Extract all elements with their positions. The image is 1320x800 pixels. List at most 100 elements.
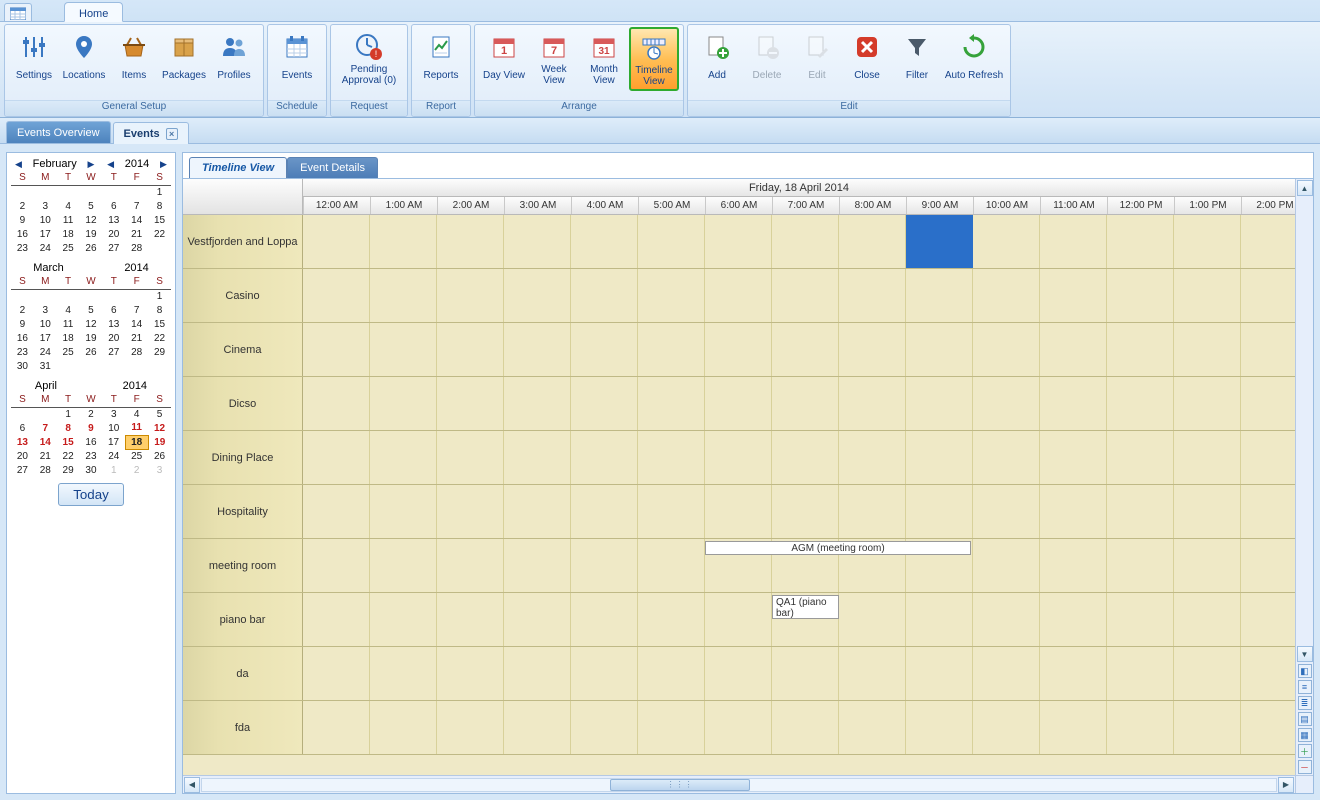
- timeline-row[interactable]: Hospitality: [183, 485, 1295, 539]
- calendar-day[interactable]: 1: [148, 289, 171, 303]
- calendar-day[interactable]: 6: [11, 421, 34, 435]
- calendar-day[interactable]: 22: [148, 227, 171, 241]
- calendar-day[interactable]: 26: [148, 449, 171, 463]
- calendar-day[interactable]: 6: [102, 303, 125, 317]
- calendar-day[interactable]: 7: [125, 303, 148, 317]
- calendar-day[interactable]: 25: [57, 241, 80, 255]
- calendar-day[interactable]: 28: [125, 241, 148, 255]
- timeline-row-grid[interactable]: [303, 701, 1295, 754]
- calendar-day[interactable]: 3: [34, 199, 57, 213]
- calendar-day[interactable]: 5: [148, 407, 171, 421]
- calendar-day[interactable]: 12: [148, 421, 171, 435]
- calendar-day[interactable]: 21: [34, 449, 57, 463]
- timeline-grid[interactable]: Friday, 18 April 2014 12:00 AM1:00 AM2:0…: [183, 179, 1295, 775]
- scroll-thumb[interactable]: ⋮⋮⋮: [610, 779, 750, 791]
- calendar-day[interactable]: 4: [125, 407, 148, 421]
- month-view-button[interactable]: 31Month View: [579, 27, 629, 89]
- calendar-day[interactable]: 26: [80, 345, 103, 359]
- calendar-day[interactable]: 15: [57, 435, 80, 449]
- timeline-row[interactable]: fda: [183, 701, 1295, 755]
- calendar-day[interactable]: 2: [125, 463, 148, 477]
- events-button[interactable]: Events: [272, 27, 322, 89]
- calendar-day[interactable]: 3: [148, 463, 171, 477]
- timeline-event[interactable]: AGM (meeting room): [705, 541, 971, 555]
- calendar-day[interactable]: 19: [80, 331, 103, 345]
- timeline-row[interactable]: piano barQA1 (piano bar): [183, 593, 1295, 647]
- calendar-day[interactable]: 8: [57, 421, 80, 435]
- calendar-day[interactable]: 22: [57, 449, 80, 463]
- mini-button[interactable]: ▤: [1298, 712, 1312, 726]
- timeline-view-button[interactable]: Timeline View: [629, 27, 679, 91]
- auto-refresh-button[interactable]: Auto Refresh: [942, 27, 1006, 89]
- ribbon-tab-home[interactable]: Home: [64, 2, 123, 22]
- doc-tab-close-icon[interactable]: ×: [166, 128, 178, 140]
- calendar-day[interactable]: 11: [125, 421, 148, 435]
- calendar-day[interactable]: 13: [11, 435, 34, 449]
- calendar-day[interactable]: 30: [80, 463, 103, 477]
- calendar-day[interactable]: 22: [148, 331, 171, 345]
- timeline-row-grid[interactable]: AGM (meeting room): [303, 539, 1295, 592]
- next-month-icon[interactable]: ▶: [85, 159, 96, 170]
- week-view-button[interactable]: 7Week View: [529, 27, 579, 89]
- calendar-day[interactable]: 20: [102, 331, 125, 345]
- next-year-icon[interactable]: ▶: [158, 159, 169, 170]
- calendar-day[interactable]: 5: [80, 303, 103, 317]
- calendar-day[interactable]: 27: [11, 463, 34, 477]
- calendar-day[interactable]: 17: [102, 435, 125, 449]
- day-view-button[interactable]: 1Day View: [479, 27, 529, 89]
- timeline-row[interactable]: meeting roomAGM (meeting room): [183, 539, 1295, 593]
- close-button[interactable]: Close: [842, 27, 892, 89]
- vertical-scrollbar[interactable]: ▲ ▼ ◧ ≡ ≣ ▤ ▦ ＋ －: [1295, 179, 1313, 775]
- calendar-day[interactable]: 20: [102, 227, 125, 241]
- timeline-row-grid[interactable]: [303, 647, 1295, 700]
- mini-button[interactable]: ≣: [1298, 696, 1312, 710]
- calendar-day[interactable]: 9: [11, 213, 34, 227]
- calendar-day[interactable]: 23: [11, 345, 34, 359]
- calendar-day[interactable]: 6: [102, 199, 125, 213]
- calendar-day[interactable]: 9: [80, 421, 103, 435]
- calendar-day[interactable]: 31: [34, 359, 57, 373]
- scroll-up-icon[interactable]: ▲: [1297, 180, 1313, 196]
- pending-approval-button[interactable]: !Pending Approval (0): [335, 27, 403, 89]
- calendar-day[interactable]: 21: [125, 227, 148, 241]
- calendar-day[interactable]: 9: [11, 317, 34, 331]
- calendar-day[interactable]: 24: [34, 345, 57, 359]
- calendar-day[interactable]: 7: [34, 421, 57, 435]
- doc-tab-events-overview[interactable]: Events Overview: [6, 121, 111, 143]
- calendar-day[interactable]: 2: [11, 199, 34, 213]
- calendar-day[interactable]: 17: [34, 331, 57, 345]
- calendar-day[interactable]: 15: [148, 317, 171, 331]
- calendar-day[interactable]: 1: [57, 407, 80, 421]
- tab-timeline-view[interactable]: Timeline View: [189, 157, 287, 178]
- calendar-day[interactable]: 17: [34, 227, 57, 241]
- packages-button[interactable]: Packages: [159, 27, 209, 89]
- calendar-day[interactable]: 1: [102, 463, 125, 477]
- calendar-day[interactable]: 25: [125, 449, 148, 463]
- calendar-day[interactable]: 10: [34, 213, 57, 227]
- calendar-day[interactable]: 2: [80, 407, 103, 421]
- calendar-day[interactable]: 28: [34, 463, 57, 477]
- calendar-day[interactable]: 12: [80, 317, 103, 331]
- calendar-day[interactable]: 13: [102, 213, 125, 227]
- tab-event-details[interactable]: Event Details: [287, 157, 378, 178]
- calendar-day[interactable]: 11: [57, 213, 80, 227]
- calendar-day[interactable]: 10: [34, 317, 57, 331]
- calendar-day[interactable]: 24: [34, 241, 57, 255]
- calendar-day[interactable]: 16: [11, 331, 34, 345]
- calendar-day[interactable]: 15: [148, 213, 171, 227]
- calendar-day[interactable]: 7: [125, 199, 148, 213]
- calendar-day[interactable]: 11: [57, 317, 80, 331]
- profiles-button[interactable]: Profiles: [209, 27, 259, 89]
- calendar-day[interactable]: 16: [80, 435, 103, 449]
- timeline-row[interactable]: Cinema: [183, 323, 1295, 377]
- calendar-day[interactable]: 8: [148, 199, 171, 213]
- reports-button[interactable]: Reports: [416, 27, 466, 89]
- calendar-month-grid[interactable]: SMTWTFS123456789101112131415161718192021…: [11, 171, 171, 255]
- calendar-day[interactable]: 29: [57, 463, 80, 477]
- calendar-day[interactable]: 5: [80, 199, 103, 213]
- calendar-day[interactable]: 30: [11, 359, 34, 373]
- timeline-selected-cell[interactable]: [906, 215, 973, 268]
- calendar-day[interactable]: 13: [102, 317, 125, 331]
- calendar-day[interactable]: 4: [57, 303, 80, 317]
- calendar-day[interactable]: 4: [57, 199, 80, 213]
